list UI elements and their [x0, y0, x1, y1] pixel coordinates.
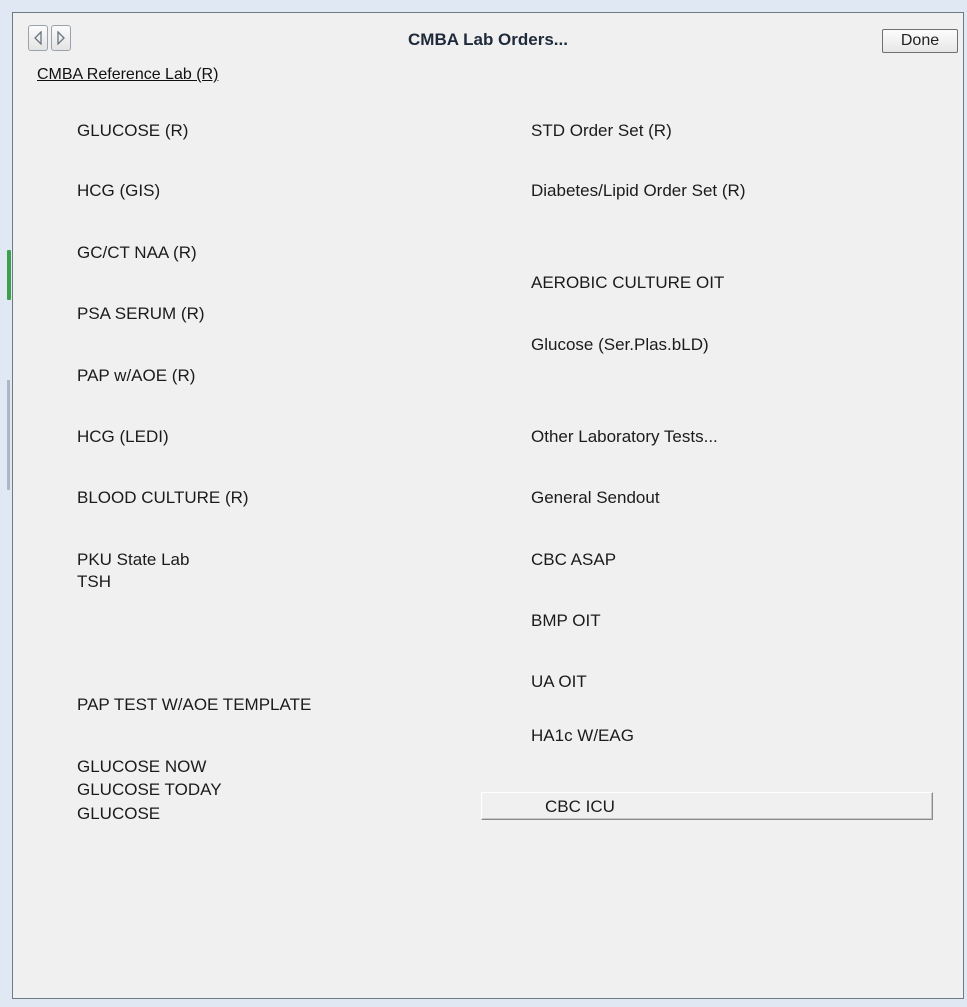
side-accent-secondary [7, 380, 10, 490]
order-pap-aoe[interactable]: PAP w/AOE (R) [77, 366, 195, 386]
cbc-icu-label: CBC ICU [545, 797, 615, 816]
order-gc-ct-naa[interactable]: GC/CT NAA (R) [77, 243, 197, 263]
order-std-order-set[interactable]: STD Order Set (R) [531, 121, 672, 141]
order-general-sendout[interactable]: General Sendout [531, 488, 660, 508]
order-psa-serum[interactable]: PSA SERUM (R) [77, 304, 205, 324]
order-other-lab-tests[interactable]: Other Laboratory Tests... [531, 427, 718, 447]
order-ha1c-eag[interactable]: HA1c W/EAG [531, 726, 634, 746]
done-button[interactable]: Done [882, 29, 958, 53]
order-diabetes-lipid-set[interactable]: Diabetes/Lipid Order Set (R) [531, 181, 745, 201]
reference-lab-link[interactable]: CMBA Reference Lab (R) [37, 66, 218, 84]
order-glucose-ser-plas[interactable]: Glucose (Ser.Plas.bLD) [531, 335, 709, 355]
order-glucose-now[interactable]: GLUCOSE NOW [77, 757, 206, 777]
order-bmp-oit[interactable]: BMP OIT [531, 611, 601, 631]
window-title: CMBA Lab Orders... [408, 30, 568, 49]
order-cbc-asap[interactable]: CBC ASAP [531, 550, 616, 570]
order-glucose-today[interactable]: GLUCOSE TODAY [77, 780, 222, 800]
order-pap-test-template[interactable]: PAP TEST W/AOE TEMPLATE [77, 695, 311, 715]
order-hcg-gis[interactable]: HCG (GIS) [77, 181, 160, 201]
cbc-icu-button[interactable]: CBC ICU [481, 792, 933, 820]
lab-orders-window: CMBA Lab Orders... Done CMBA Reference L… [12, 12, 964, 999]
side-accent [7, 250, 11, 300]
order-glucose-r[interactable]: GLUCOSE (R) [77, 121, 188, 141]
order-pku-state-lab[interactable]: PKU State Lab [77, 550, 189, 570]
order-aerobic-culture[interactable]: AEROBIC CULTURE OIT [531, 273, 724, 293]
order-glucose[interactable]: GLUCOSE [77, 804, 160, 824]
order-hcg-ledi[interactable]: HCG (LEDI) [77, 427, 169, 447]
order-ua-oit[interactable]: UA OIT [531, 672, 587, 692]
title-bar: CMBA Lab Orders... Done [13, 13, 963, 55]
order-tsh[interactable]: TSH [77, 572, 111, 592]
order-blood-culture[interactable]: BLOOD CULTURE (R) [77, 488, 249, 508]
